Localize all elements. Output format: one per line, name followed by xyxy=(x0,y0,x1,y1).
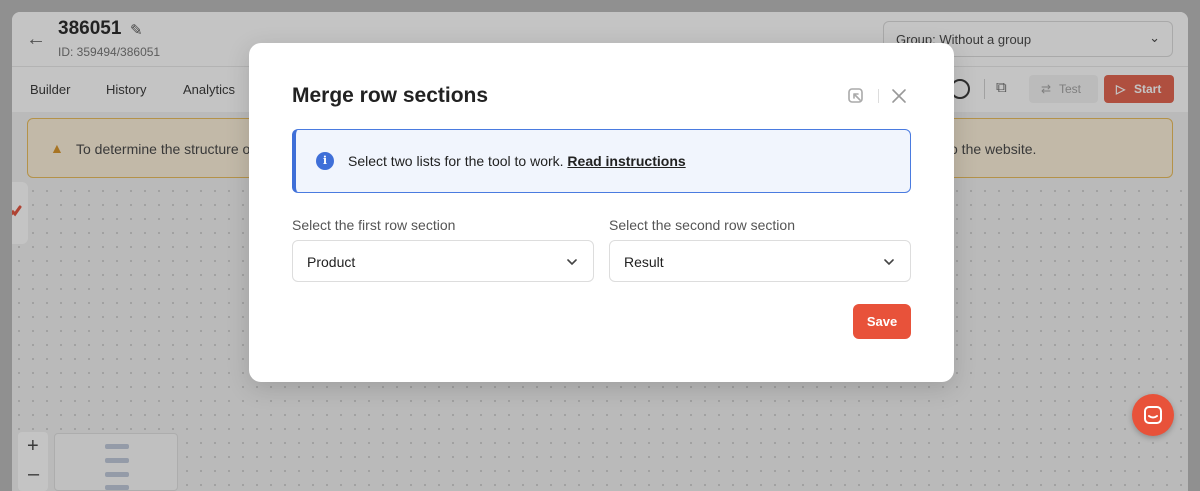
header-divider xyxy=(878,89,879,103)
save-button[interactable]: Save xyxy=(853,304,911,339)
first-section-label: Select the first row section xyxy=(292,217,456,233)
info-alert: i Select two lists for the tool to work.… xyxy=(292,129,911,193)
info-message: Select two lists for the tool to work. xyxy=(348,153,564,169)
second-section-label: Select the second row section xyxy=(609,217,795,233)
dialog-title: Merge row sections xyxy=(292,84,489,107)
close-icon[interactable] xyxy=(891,88,907,104)
merge-row-sections-dialog: Merge row sections i Select two lists fo… xyxy=(249,43,954,382)
first-section-value: Product xyxy=(307,254,356,270)
first-section-select[interactable]: Product xyxy=(292,240,594,282)
info-text: Select two lists for the tool to work. R… xyxy=(348,153,686,169)
second-section-value: Result xyxy=(624,254,664,270)
chevron-down-icon xyxy=(884,259,894,266)
second-section-select[interactable]: Result xyxy=(609,240,911,282)
chevron-down-icon xyxy=(567,259,577,266)
info-icon: i xyxy=(316,152,334,170)
read-instructions-link[interactable]: Read instructions xyxy=(567,153,685,169)
chat-button[interactable] xyxy=(1132,394,1174,436)
expand-icon[interactable] xyxy=(847,87,865,105)
chat-icon xyxy=(1144,406,1162,424)
